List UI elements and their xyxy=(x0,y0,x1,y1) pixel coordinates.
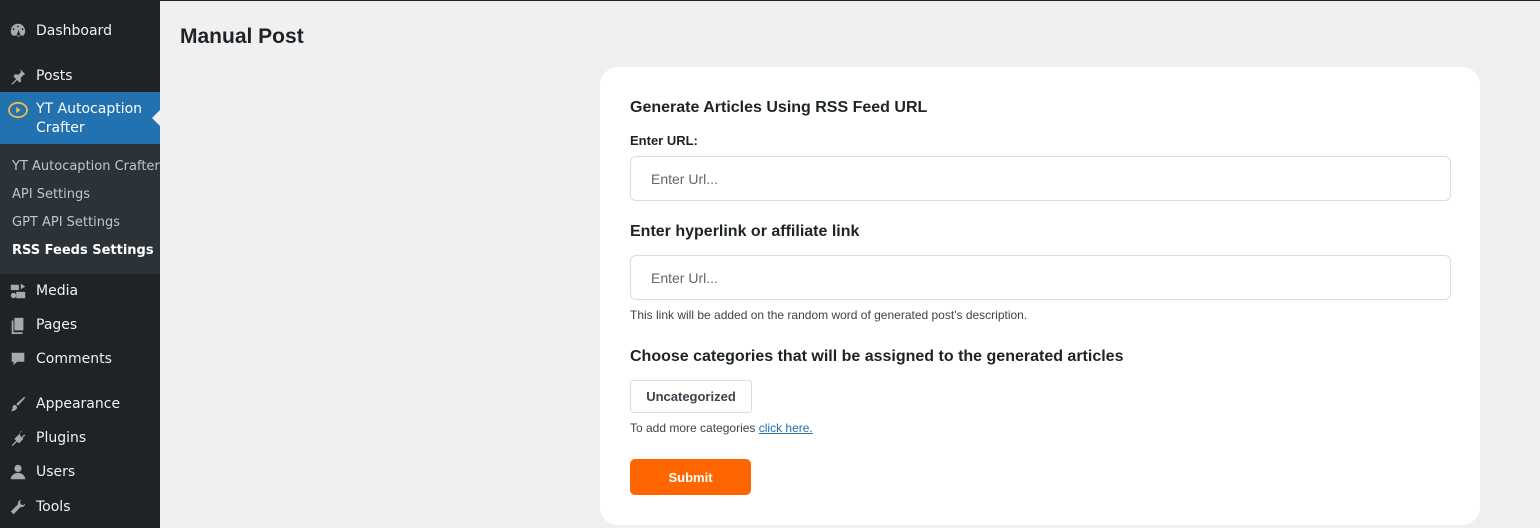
sidebar-item-media[interactable]: Media xyxy=(0,280,160,302)
sidebar-item-dashboard[interactable]: Dashboard xyxy=(0,20,160,42)
hyperlink-help-text: This link will be added on the random wo… xyxy=(630,308,1028,322)
play-icon xyxy=(8,100,28,120)
plug-icon xyxy=(8,428,28,448)
sidebar-item-posts[interactable]: Posts xyxy=(0,65,160,87)
submenu-item-yt-autocaption-crafter[interactable]: YT Autocaption Crafter xyxy=(12,159,160,174)
sidebar-submenu: YT Autocaption Crafter API Settings GPT … xyxy=(0,144,160,274)
sidebar-item-label: Appearance xyxy=(36,396,121,412)
category-uncategorized-button[interactable]: Uncategorized xyxy=(630,380,752,413)
sidebar-item-label: Media xyxy=(36,283,79,299)
manual-post-card: Generate Articles Using RSS Feed URL Ent… xyxy=(600,67,1480,525)
wrench-icon xyxy=(8,497,28,517)
sidebar-item-label: YT Autocaption xyxy=(36,101,143,117)
sidebar-item-label: Tools xyxy=(36,499,71,515)
current-menu-arrow xyxy=(152,110,160,126)
hyperlink-section-title: Enter hyperlink or affiliate link xyxy=(630,223,860,240)
sidebar-item-label: Pages xyxy=(36,317,78,333)
rss-url-input[interactable] xyxy=(630,156,1451,201)
pages-icon xyxy=(8,315,28,335)
categories-section-title: Choose categories that will be assigned … xyxy=(630,348,1124,365)
brush-icon xyxy=(8,394,28,414)
sidebar-item-yt-autocaption-crafter[interactable]: YT Autocaption Crafter xyxy=(0,92,160,144)
add-categories-label: To add more categories xyxy=(630,421,759,435)
sidebar-item-label: Crafter xyxy=(36,120,85,136)
submit-button[interactable]: Submit xyxy=(630,459,751,495)
media-icon xyxy=(8,281,28,301)
url-field-label: Enter URL: xyxy=(630,133,698,148)
sidebar-item-label: Comments xyxy=(36,351,112,367)
sidebar-item-label: Users xyxy=(36,464,76,480)
admin-sidebar: Dashboard Posts YT Autocaption Crafter Y… xyxy=(0,1,160,528)
sidebar-item-comments[interactable]: Comments xyxy=(0,348,160,370)
add-categories-text: To add more categories click here. xyxy=(630,421,813,435)
page-title: Manual Post xyxy=(180,25,304,48)
sidebar-item-label: Posts xyxy=(36,68,73,84)
user-icon xyxy=(8,462,28,482)
add-categories-link[interactable]: click here. xyxy=(759,421,813,435)
sidebar-item-tools[interactable]: Tools xyxy=(0,496,160,518)
sidebar-item-label: Dashboard xyxy=(36,23,112,39)
sidebar-item-label: Plugins xyxy=(36,430,87,446)
rss-section-title: Generate Articles Using RSS Feed URL xyxy=(630,99,928,116)
sidebar-item-pages[interactable]: Pages xyxy=(0,314,160,336)
dashboard-icon xyxy=(8,21,28,41)
sidebar-item-appearance[interactable]: Appearance xyxy=(0,393,160,415)
submenu-item-rss-feeds-settings[interactable]: RSS Feeds Settings xyxy=(12,243,154,258)
comment-icon xyxy=(8,349,28,369)
pin-icon xyxy=(8,66,28,86)
sidebar-item-plugins[interactable]: Plugins xyxy=(0,427,160,449)
hyperlink-url-input[interactable] xyxy=(630,255,1451,300)
submenu-item-gpt-api-settings[interactable]: GPT API Settings xyxy=(12,215,120,230)
submenu-item-api-settings[interactable]: API Settings xyxy=(12,187,90,202)
sidebar-item-users[interactable]: Users xyxy=(0,461,160,483)
